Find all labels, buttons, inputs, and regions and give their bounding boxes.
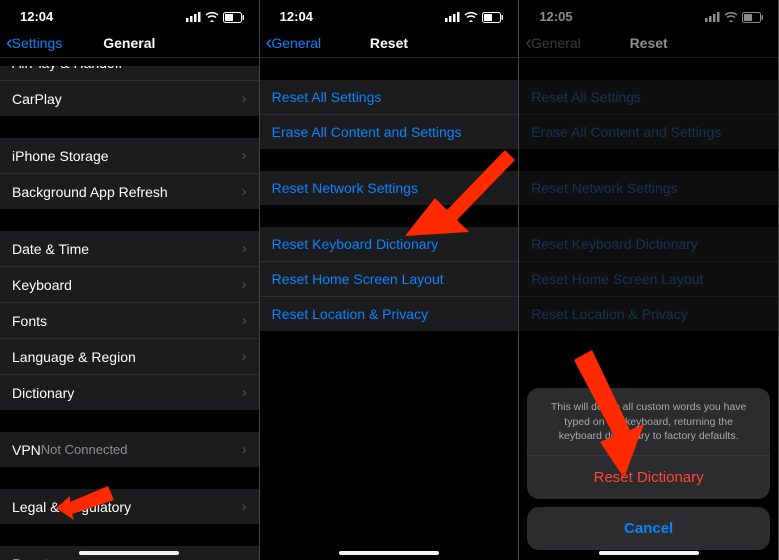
- cancel-button[interactable]: Cancel: [527, 507, 770, 550]
- content: AirPlay & Handoff› CarPlay› iPhone Stora…: [0, 58, 259, 560]
- status-time: 12:04: [280, 9, 313, 24]
- nav-bar: ‹ Settings General: [0, 28, 259, 58]
- row-reset-keyboard-dict[interactable]: Reset Keyboard Dictionary: [260, 227, 519, 262]
- row-fonts[interactable]: Fonts›: [0, 303, 259, 339]
- screen-reset-confirm: 12:05 ‹ General Reset Reset All Settings…: [519, 0, 779, 560]
- row-reset-home-layout[interactable]: Reset Home Screen Layout: [260, 262, 519, 297]
- chevron-right-icon: ›: [242, 276, 247, 293]
- row-date-time[interactable]: Date & Time›: [0, 231, 259, 267]
- screen-general: 12:04 ‹ Settings General AirPlay & Hando…: [0, 0, 260, 560]
- battery-icon: [482, 9, 504, 24]
- wifi-icon: [464, 9, 478, 24]
- status-icons: [186, 9, 245, 24]
- chevron-right-icon: ›: [242, 240, 247, 257]
- row-background-refresh[interactable]: Background App Refresh›: [0, 174, 259, 209]
- chevron-right-icon: ›: [242, 147, 247, 164]
- wifi-icon: [205, 9, 219, 24]
- page-title: Reset: [370, 35, 408, 51]
- signal-icon: [445, 9, 460, 24]
- sheet-message: This will delete all custom words you ha…: [527, 388, 770, 456]
- back-button[interactable]: ‹ Settings: [6, 33, 62, 53]
- action-sheet-overlay: This will delete all custom words you ha…: [519, 0, 778, 560]
- page-title: General: [103, 35, 155, 51]
- back-label: General: [271, 35, 321, 51]
- row-reset-all[interactable]: Reset All Settings: [260, 80, 519, 115]
- status-bar: 12:04: [260, 0, 519, 28]
- chevron-right-icon: ›: [242, 384, 247, 401]
- row-legal[interactable]: Legal & Regulatory›: [0, 489, 259, 524]
- row-keyboard[interactable]: Keyboard›: [0, 267, 259, 303]
- nav-bar: ‹ General Reset: [260, 28, 519, 58]
- home-indicator[interactable]: [339, 551, 439, 555]
- chevron-right-icon: ›: [242, 183, 247, 200]
- chevron-right-icon: ›: [242, 441, 247, 458]
- chevron-right-icon: ›: [242, 498, 247, 515]
- chevron-right-icon: ›: [242, 66, 247, 71]
- chevron-right-icon: ›: [242, 348, 247, 365]
- status-time: 12:04: [20, 9, 53, 24]
- reset-dictionary-button[interactable]: Reset Dictionary: [527, 456, 770, 499]
- content: Reset All Settings Erase All Content and…: [260, 58, 519, 560]
- chevron-right-icon: ›: [242, 90, 247, 107]
- status-bar: 12:04: [0, 0, 259, 28]
- home-indicator[interactable]: [599, 551, 699, 555]
- back-button[interactable]: ‹ General: [266, 33, 321, 53]
- signal-icon: [186, 9, 201, 24]
- row-vpn[interactable]: VPNNot Connected›: [0, 432, 259, 467]
- row-reset-location-privacy[interactable]: Reset Location & Privacy: [260, 297, 519, 331]
- back-label: Settings: [12, 35, 63, 51]
- vpn-status: Not Connected: [41, 442, 128, 457]
- row-storage[interactable]: iPhone Storage›: [0, 138, 259, 174]
- screen-reset: 12:04 ‹ General Reset Reset All Settings…: [260, 0, 520, 560]
- status-icons: [445, 9, 504, 24]
- row-carplay[interactable]: CarPlay›: [0, 81, 259, 116]
- chevron-right-icon: ›: [242, 555, 247, 560]
- row-dictionary[interactable]: Dictionary›: [0, 375, 259, 410]
- home-indicator[interactable]: [79, 551, 179, 555]
- action-sheet: This will delete all custom words you ha…: [527, 388, 770, 550]
- row-language[interactable]: Language & Region›: [0, 339, 259, 375]
- chevron-right-icon: ›: [242, 312, 247, 329]
- row-airplay[interactable]: AirPlay & Handoff›: [0, 66, 259, 81]
- battery-icon: [223, 9, 245, 24]
- row-erase-all[interactable]: Erase All Content and Settings: [260, 115, 519, 149]
- row-reset-network[interactable]: Reset Network Settings: [260, 171, 519, 205]
